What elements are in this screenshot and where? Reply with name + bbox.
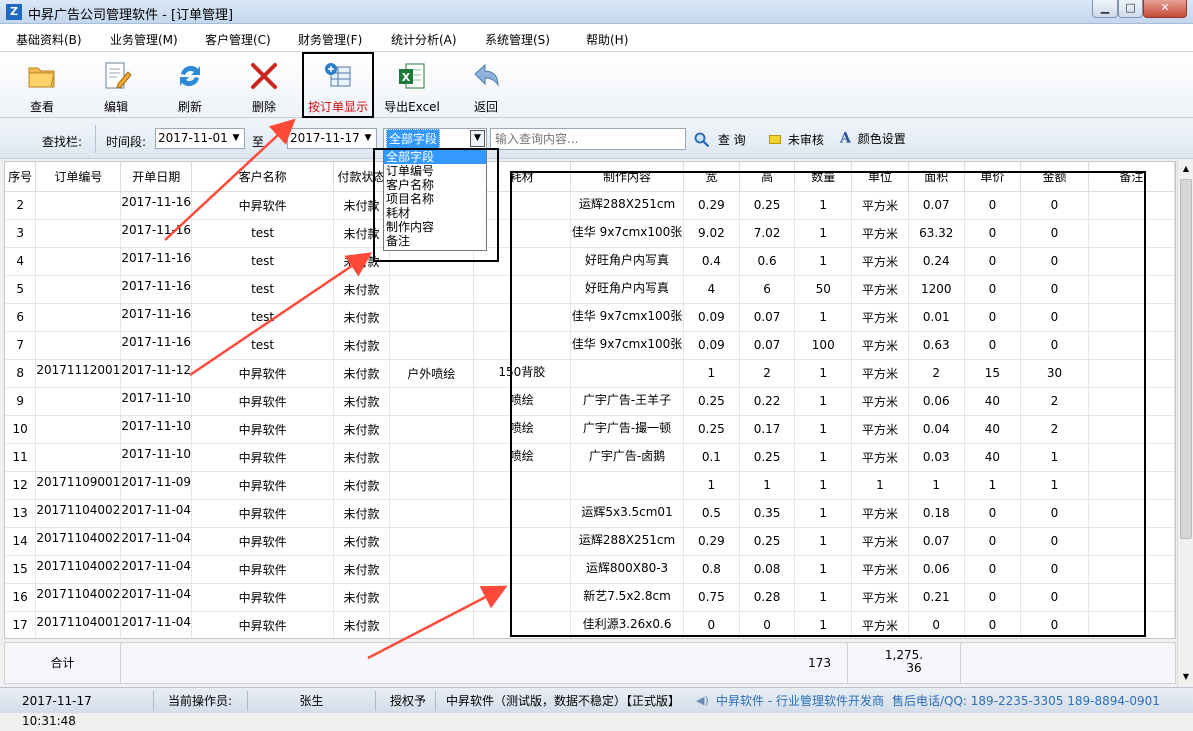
annotation-arrows bbox=[164, 118, 508, 660]
arrow-to-data-box bbox=[367, 585, 508, 660]
arrow-to-order-button bbox=[164, 118, 296, 241]
arrow-to-field-dropdown bbox=[189, 252, 373, 377]
